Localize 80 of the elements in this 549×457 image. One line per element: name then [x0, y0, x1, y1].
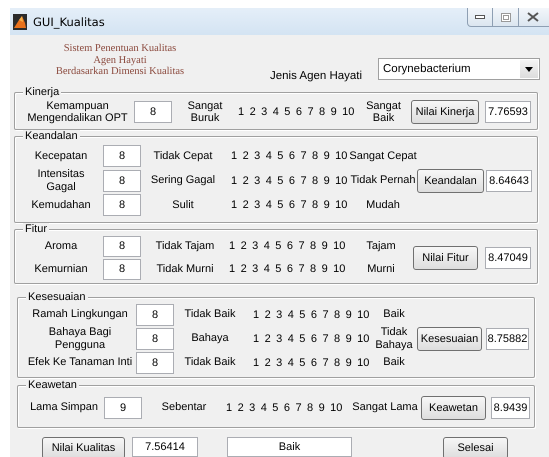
result-field: 8.64643: [486, 170, 532, 192]
scale-low-label: Sangat Buruk: [186, 100, 224, 124]
scale-numbers: 1 2 3 4 5 6 7 8 9 10: [252, 332, 370, 344]
finish-button[interactable]: Selesai: [443, 437, 508, 457]
maximize-icon: [500, 12, 510, 22]
quality-score-field: 7.56414: [132, 437, 198, 457]
calculate-button[interactable]: Keawetan: [421, 396, 486, 420]
field-label: Lama Simpan: [29, 401, 99, 414]
result-field: 8.9439: [491, 396, 530, 418]
scale-numbers: 1 2 3 4 5 6 7 8 9 10: [237, 106, 356, 118]
input-field[interactable]: 8: [134, 101, 172, 123]
calculate-button[interactable]: Nilai Kinerja: [411, 100, 479, 124]
input-field[interactable]: 8: [103, 145, 141, 167]
scale-high-label: Sangat Baik: [365, 100, 402, 124]
field-label: Efek Ke Tanaman Inti: [26, 356, 134, 369]
scale-numbers: 1 2 3 4 5 6 7 8 9 10: [230, 199, 348, 211]
scale-low-label: Sebentar: [160, 401, 208, 414]
scale-low-label: Tidak Murni: [155, 262, 215, 276]
scale-numbers: 1 2 3 4 5 6 7 8 9 10: [230, 174, 348, 186]
field-label: Bahaya Bagi Pengguna: [48, 326, 112, 351]
scale-high-label: Tidak Bahaya: [374, 326, 414, 351]
field-label: Kemudahan: [30, 198, 92, 212]
dropdown-label: Jenis Agen Hayati: [270, 70, 364, 82]
scale-numbers: 1 2 3 4 5 6 7 8 9 10: [225, 402, 344, 414]
input-field[interactable]: 8: [136, 328, 174, 350]
minimize-button[interactable]: [467, 8, 493, 27]
app-icon: [13, 14, 27, 30]
scale-low-label: Tidak Tajam: [154, 240, 216, 252]
app-heading: Sistem Penentuan Kualitas Agen Hayati Berdasarkan Dimensi Kualitas: [54, 43, 186, 78]
scale-low-label: Sulit: [171, 198, 195, 212]
result-field: 7.76593: [485, 101, 531, 123]
quality-score-button[interactable]: Nilai Kualitas: [42, 437, 125, 457]
species-dropdown[interactable]: Corynebacterium: [378, 58, 540, 80]
input-field[interactable]: 8: [103, 194, 141, 216]
field-label: Aroma: [44, 240, 78, 252]
group-title: Fitur: [23, 223, 49, 235]
dropdown-arrow-icon: [525, 66, 533, 72]
field-label: Kemampuan Mengendalikan OPT: [26, 100, 129, 124]
scale-high-label: Baik: [382, 308, 406, 321]
scale-numbers: 1 2 3 4 5 6 7 8 9 10: [252, 356, 370, 368]
close-icon: [527, 12, 539, 22]
scale-high-label: Tidak Pernah: [349, 174, 417, 187]
input-field[interactable]: 8: [136, 304, 174, 326]
field-label: Kecepatan: [34, 150, 88, 162]
field-label: Kemurnian: [33, 262, 89, 276]
scale-high-label: Baik: [382, 356, 406, 369]
input-field[interactable]: 9: [104, 396, 142, 418]
scale-high-label: Sangat Lama: [351, 401, 419, 414]
calculate-button[interactable]: Kesesuaian: [417, 326, 482, 350]
group-title: Keawetan: [26, 379, 79, 391]
input-field[interactable]: 8: [103, 236, 141, 256]
scale-low-label: Tidak Baik: [184, 356, 236, 369]
scale-numbers: 1 2 3 4 5 6 7 8 9 10: [228, 240, 346, 252]
scale-low-label: Tidak Cepat: [152, 150, 214, 162]
field-label: Intensitas Gagal: [36, 168, 86, 193]
scale-high-label: Murni: [366, 262, 396, 276]
field-label: Ramah Lingkungan: [31, 308, 129, 321]
scale-low-label: Bahaya: [190, 332, 230, 345]
group-title: Kesesuaian: [26, 291, 88, 303]
input-field[interactable]: 8: [103, 170, 141, 192]
scale-high-label: Tajam: [365, 240, 397, 252]
scale-low-label: Sering Gagal: [150, 174, 216, 187]
group-title: Keandalan: [23, 130, 80, 142]
window-title: GUI_Kualitas: [33, 14, 105, 28]
minimize-icon: [475, 15, 485, 19]
scale-numbers: 1 2 3 4 5 6 7 8 9 10: [228, 263, 346, 275]
scale-high-label: Mudah: [365, 198, 401, 212]
input-field[interactable]: 8: [103, 258, 141, 280]
result-field: 8.75882: [486, 328, 529, 350]
calculate-button[interactable]: Nilai Fitur: [413, 246, 478, 270]
calculate-button[interactable]: Keandalan: [417, 168, 484, 192]
verdict-field: Baik: [227, 437, 352, 457]
scale-high-label: Sangat Cepat: [349, 150, 417, 162]
scale-low-label: Tidak Baik: [184, 308, 236, 321]
scale-numbers: 1 2 3 4 5 6 7 8 9 10: [252, 308, 370, 320]
group-title: Kinerja: [23, 86, 62, 98]
input-field[interactable]: 8: [136, 352, 174, 374]
result-field: 8.47049: [485, 246, 531, 268]
close-button[interactable]: [519, 8, 549, 27]
scale-numbers: 1 2 3 4 5 6 7 8 9 10: [230, 150, 348, 162]
